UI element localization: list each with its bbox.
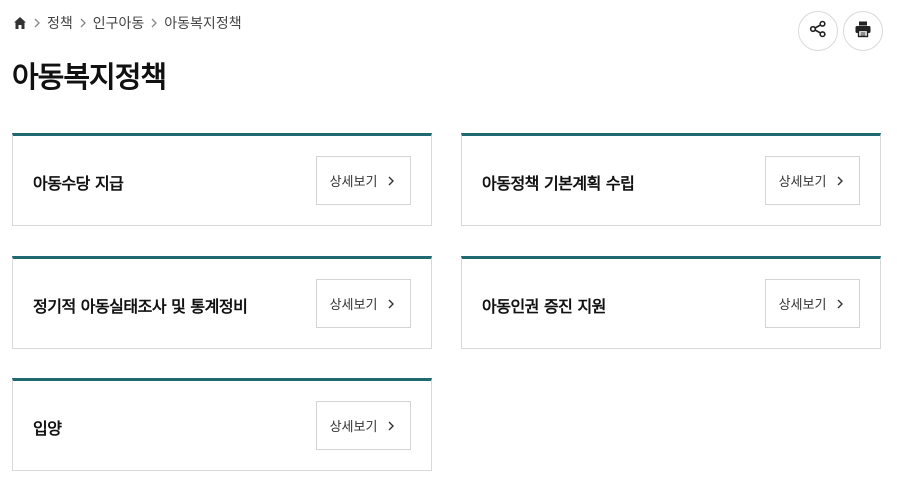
policy-card: 아동수당 지급 상세보기 [12,133,432,226]
view-detail-button[interactable]: 상세보기 [316,401,411,450]
chevron-right-icon [30,16,44,30]
policy-card: 정기적 아동실태조사 및 통계정비 상세보기 [12,256,432,349]
page-title: 아동복지정책 [12,60,167,94]
breadcrumb-item-population-child[interactable]: 인구아동 [93,13,145,33]
home-icon[interactable] [13,16,27,30]
page: 정책 인구아동 아동복지정책 아동복지정책 아동수당 지급 상세보기 아동정책 … [0,0,897,481]
view-detail-button[interactable]: 상세보기 [316,279,411,328]
policy-card: 아동인권 증진 지원 상세보기 [461,256,881,349]
printer-icon [854,20,872,42]
chevron-right-icon [385,420,397,432]
breadcrumb-item-policy[interactable]: 정책 [47,13,73,33]
button-label: 상세보기 [778,298,827,313]
chevron-right-icon [385,175,397,187]
button-label: 상세보기 [778,175,827,190]
button-label: 상세보기 [329,298,378,313]
print-button[interactable] [843,11,883,51]
card-title: 정기적 아동실태조사 및 통계정비 [33,297,248,316]
card-title: 아동인권 증진 지원 [482,297,606,316]
chevron-right-icon [834,175,846,187]
button-label: 상세보기 [329,420,378,435]
chevron-right-icon [385,298,397,310]
policy-card: 입양 상세보기 [12,378,432,471]
policy-card: 아동정책 기본계획 수립 상세보기 [461,133,881,226]
button-label: 상세보기 [329,175,378,190]
chevron-right-icon [147,16,161,30]
chevron-right-icon [76,16,90,30]
card-title: 아동정책 기본계획 수립 [482,174,635,193]
share-icon [809,20,827,42]
chevron-right-icon [834,298,846,310]
breadcrumb: 정책 인구아동 아동복지정책 [13,13,242,33]
card-title: 입양 [33,419,62,438]
breadcrumb-item-current[interactable]: 아동복지정책 [164,13,241,33]
share-button[interactable] [798,11,838,51]
view-detail-button[interactable]: 상세보기 [765,156,860,205]
view-detail-button[interactable]: 상세보기 [316,156,411,205]
card-title: 아동수당 지급 [33,174,124,193]
view-detail-button[interactable]: 상세보기 [765,279,860,328]
